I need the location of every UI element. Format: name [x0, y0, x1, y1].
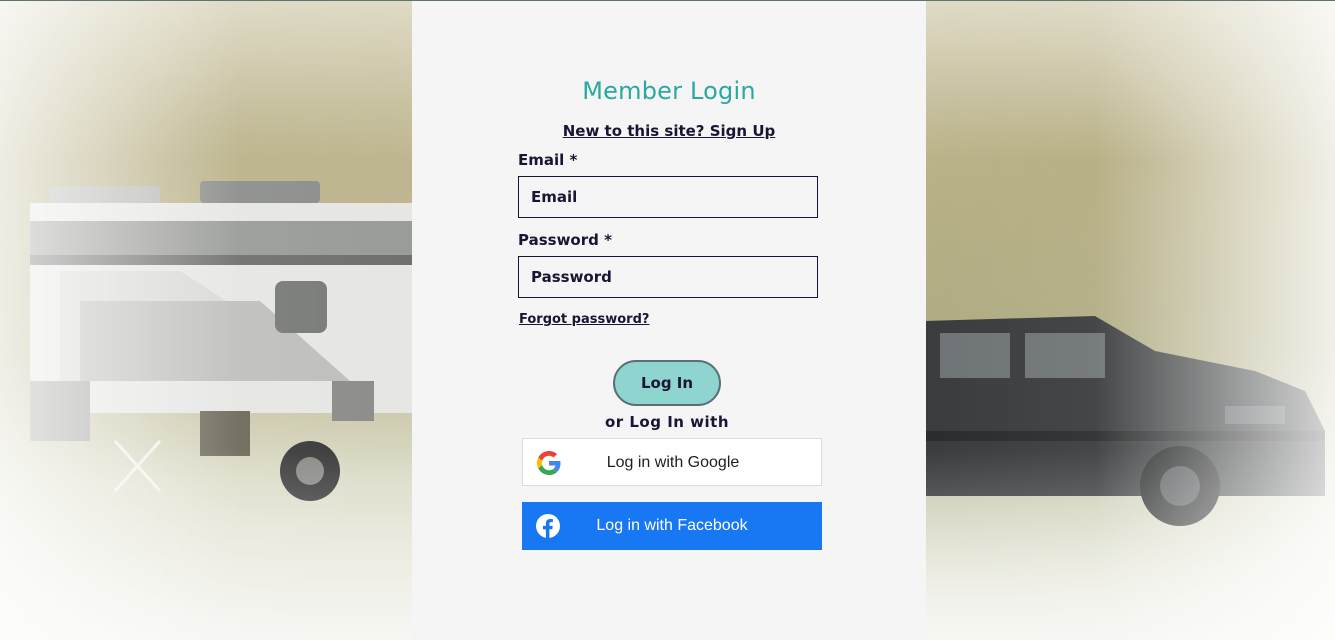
google-login-button[interactable]: Log in with Google [522, 438, 822, 486]
signup-link[interactable]: New to this site? Sign Up [412, 122, 926, 140]
email-input[interactable] [518, 176, 818, 218]
password-label: Password * [518, 231, 612, 249]
or-login-with-text: or Log In with [604, 413, 730, 431]
forgot-password-link[interactable]: Forgot password? [519, 312, 649, 327]
login-button[interactable]: Log In [613, 360, 721, 406]
email-label: Email * [518, 151, 578, 169]
login-panel: Member Login New to this site? Sign Up E… [412, 1, 926, 640]
google-login-label: Log in with Google [606, 454, 740, 471]
facebook-login-button[interactable]: Log in with Facebook [522, 502, 822, 550]
facebook-login-label: Log in with Facebook [596, 517, 748, 534]
password-input[interactable] [518, 256, 818, 298]
page-title: Member Login [582, 77, 756, 105]
